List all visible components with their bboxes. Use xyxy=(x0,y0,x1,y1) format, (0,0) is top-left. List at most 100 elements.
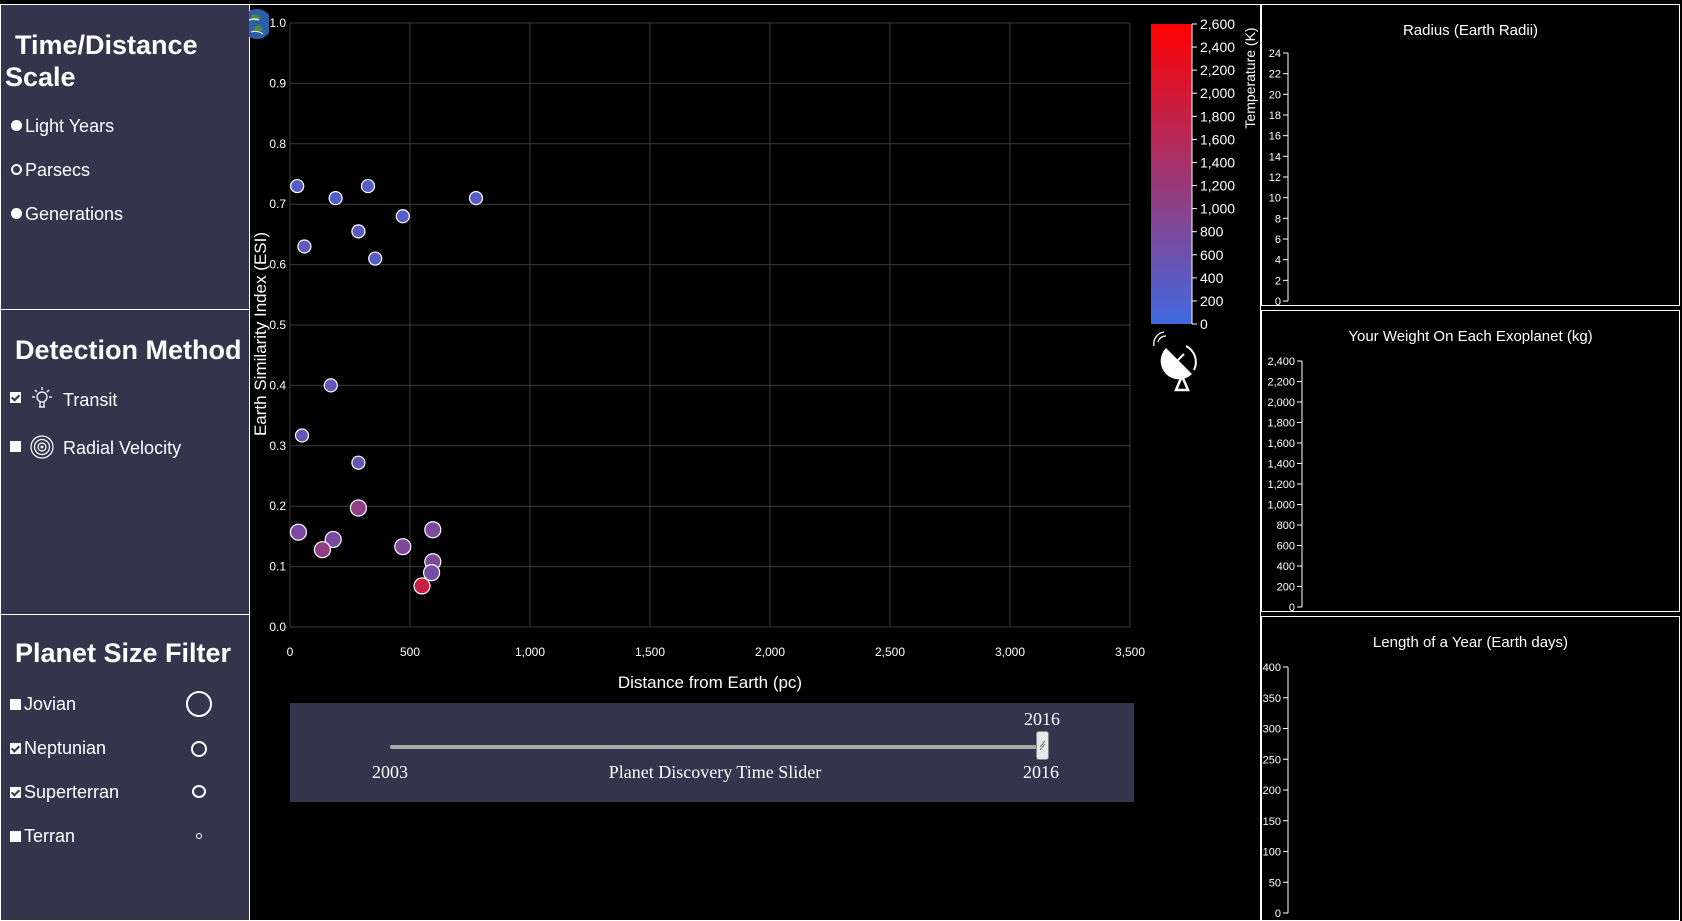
superterran-size-circle xyxy=(192,785,206,798)
checkbox-neptunian[interactable] xyxy=(10,743,21,754)
y-tick-label: 1,400 xyxy=(1267,459,1295,471)
radio-telescope-icon[interactable] xyxy=(1153,331,1197,392)
radius-chart-panel: Radius (Earth Radii) 0 2 4 6 8 10 12 14 16 18 20 22… xyxy=(1261,4,1680,306)
colorbar-tick-label: 1,400 xyxy=(1200,154,1235,170)
scatter-points[interactable] xyxy=(289,178,484,595)
y-tick-label: 6 xyxy=(1275,234,1281,246)
y-tick-label: 24 xyxy=(1269,48,1281,60)
checkbox-jovian[interactable] xyxy=(10,699,21,710)
y-tick-label: 0.0 xyxy=(269,620,286,634)
y-tick-label: 0.3 xyxy=(269,439,286,453)
y-tick-label: 0 xyxy=(1275,296,1281,305)
colorbar-tick-label: 600 xyxy=(1200,247,1224,263)
y-tick-label: 200 xyxy=(1263,785,1281,797)
y-tick-label: 12 xyxy=(1269,172,1281,184)
y-tick-label: 1,000 xyxy=(1267,500,1295,512)
y-tick-label: 0.8 xyxy=(269,137,286,151)
x-tick-label: 1,000 xyxy=(515,645,545,659)
colorbar-tick-label: 1,800 xyxy=(1200,108,1235,124)
x-tick-label: 0 xyxy=(287,645,294,659)
weight-chart: 0 200 400 600 800 1,000 1,200 1,400 1,600 1,800 2,… xyxy=(1267,356,1303,611)
exoplanet-point[interactable] xyxy=(394,538,412,556)
colorbar-tick-label: 2,000 xyxy=(1200,85,1235,101)
exoplanet-point[interactable] xyxy=(313,541,331,559)
colorbar-label: Temperature (K) xyxy=(1242,27,1258,128)
colorbar-tick-label: 200 xyxy=(1200,293,1224,309)
x-tick-label: 2,500 xyxy=(875,645,905,659)
colorbar-tick-label: 400 xyxy=(1200,270,1224,286)
y-tick-label: 300 xyxy=(1263,724,1281,736)
radius-chart: 024681012141618202224 xyxy=(1269,48,1289,305)
exoplanet-point[interactable] xyxy=(294,428,310,443)
colorbar-tick-label: 2,600 xyxy=(1200,16,1235,32)
year-length-chart-panel: Length of a Year (Earth days) 0 50 100 150 2… xyxy=(1261,616,1680,921)
x-tick-label: 2,000 xyxy=(755,645,785,659)
y-tick-label: 14 xyxy=(1269,151,1281,163)
slider-handle[interactable] xyxy=(1036,731,1049,760)
y-tick-label: 2,200 xyxy=(1267,377,1295,389)
y-tick-label: 1,600 xyxy=(1267,438,1295,450)
size-option-label: Terran xyxy=(24,826,76,846)
colorbar-tick-label: 800 xyxy=(1200,224,1224,240)
size-option-label: Superterran xyxy=(24,782,120,802)
exoplanet-point[interactable] xyxy=(290,178,305,194)
slider-max-label: 2016 xyxy=(1023,762,1059,782)
exoplanet-point[interactable] xyxy=(423,564,441,582)
exoplanet-point[interactable] xyxy=(468,191,484,206)
y-tick-label: 8 xyxy=(1275,213,1281,225)
y-axis-label: Earth Similarity Index (ESI) xyxy=(251,232,270,436)
y-tick-label: 800 xyxy=(1277,520,1295,532)
y-tick-label: 100 xyxy=(1263,847,1281,859)
slider-track[interactable] xyxy=(390,745,1042,749)
y-tick-label: 2,000 xyxy=(1267,397,1295,409)
temperature-colorbar xyxy=(1151,24,1192,324)
exoplanet-point[interactable] xyxy=(349,499,367,517)
colorbar-tick-label: 2,400 xyxy=(1200,39,1235,55)
y-tick-label: 0 xyxy=(1289,602,1295,611)
exoplanet-point[interactable] xyxy=(328,191,343,206)
colorbar-ticks: 0 200 400 600 800 1,000 1,200 1,400 1,600 1,800 2,… xyxy=(1191,16,1235,332)
y-tick-label: 400 xyxy=(1263,662,1281,674)
y-tick-label: 10 xyxy=(1269,193,1281,205)
y-tick-label: 18 xyxy=(1269,110,1281,122)
y-tick-label: 250 xyxy=(1263,754,1281,766)
exoplanet-point[interactable] xyxy=(395,209,410,224)
exoplanet-point[interactable] xyxy=(289,523,307,541)
y-tick-label: 0.4 xyxy=(269,378,286,392)
y-tick-label: 0.2 xyxy=(269,499,286,513)
checkbox-superterran[interactable] xyxy=(10,787,21,798)
exoplanet-point[interactable] xyxy=(297,239,312,254)
y-tick-label: 22 xyxy=(1269,69,1281,81)
terran-size-circle xyxy=(196,833,202,839)
x-axis-ticks: 0 500 1,000 1,500 2,000 2,500 3,000 3,500 xyxy=(287,645,1146,659)
esi-scatter-chart: 0 500 1,000 1,500 2,000 2,500 3,000 3,500 0.00.… xyxy=(251,16,1258,692)
y-tick-label: 400 xyxy=(1277,561,1295,573)
x-tick-label: 1,500 xyxy=(635,645,665,659)
slider-value-label: 2016 xyxy=(1024,709,1060,729)
colorbar-tick-label: 1,200 xyxy=(1200,178,1235,194)
y-tick-label: 0.9 xyxy=(269,76,286,90)
exoplanet-point[interactable] xyxy=(351,224,366,239)
exoplanet-point[interactable] xyxy=(424,521,442,539)
weight-chart-panel: Your Weight On Each Exoplanet (kg) 0 200 4… xyxy=(1261,310,1680,612)
x-tick-label: 3,000 xyxy=(995,645,1025,659)
checkbox-terran[interactable] xyxy=(10,831,21,842)
exoplanet-point[interactable] xyxy=(360,178,376,194)
exoplanet-point[interactable] xyxy=(323,378,338,393)
colorbar-tick-label: 1,000 xyxy=(1200,201,1235,217)
slider-title: Planet Discovery Time Slider xyxy=(608,762,822,782)
exoplanet-point[interactable] xyxy=(351,455,366,470)
y-tick-label: 1,800 xyxy=(1267,418,1295,430)
y-tick-label: 1,200 xyxy=(1267,479,1295,491)
size-option-label: Neptunian xyxy=(24,738,107,758)
exoplanet-point[interactable] xyxy=(413,577,431,595)
y-tick-label: 0.6 xyxy=(269,258,286,272)
y-tick-label: 350 xyxy=(1263,693,1281,705)
colorbar-tick-label: 0 xyxy=(1200,316,1208,332)
y-tick-label: 0.1 xyxy=(269,560,286,574)
exoplanet-point[interactable] xyxy=(368,251,383,266)
discovery-time-slider-panel xyxy=(290,703,1134,802)
y-tick-label: 0 xyxy=(1275,908,1281,920)
y-tick-label: 16 xyxy=(1269,131,1281,143)
scatter-grid xyxy=(289,22,1131,628)
